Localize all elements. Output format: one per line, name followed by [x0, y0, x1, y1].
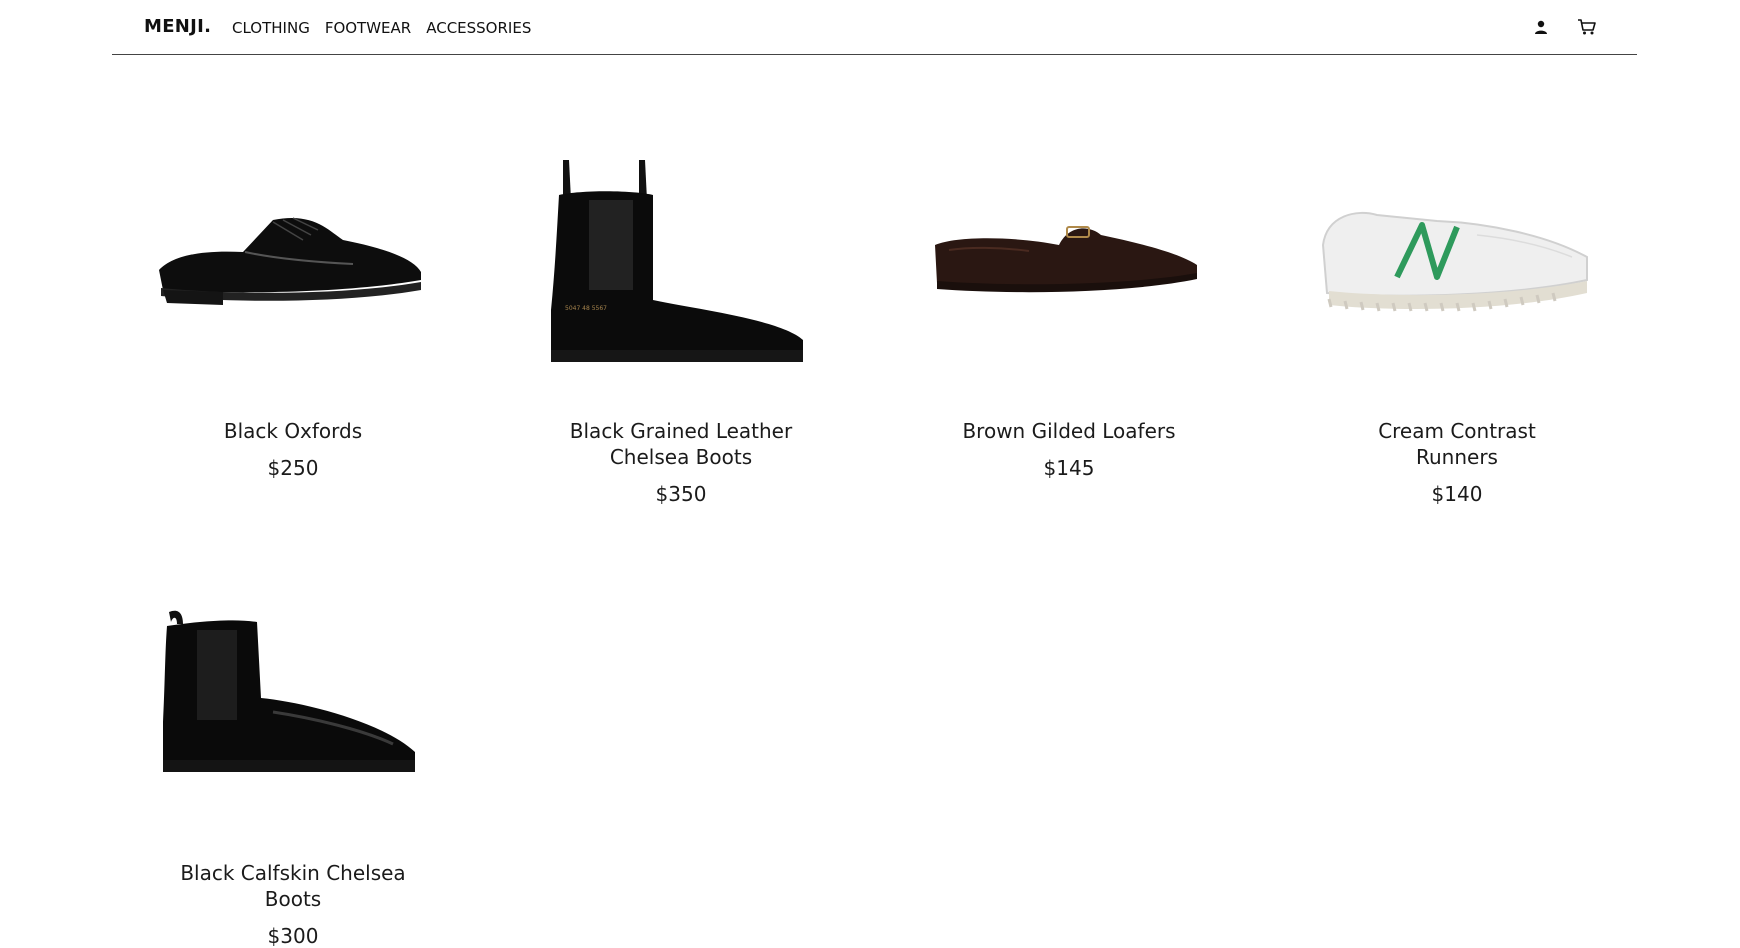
top-navbar: MENJI. CLOTHING FOOTWEAR ACCESSORIES [112, 0, 1637, 55]
product-image-black-grained-chelsea-boots[interactable]: 5047 48 5567 [516, 120, 846, 400]
product-card[interactable]: 5047 48 5567 Black Grained Leather Chels… [516, 120, 846, 506]
product-price: $250 [267, 456, 319, 480]
product-price: $145 [1043, 456, 1095, 480]
product-name[interactable]: Cream Contrast Runners [1342, 418, 1572, 470]
product-image-black-calfskin-chelsea-boots[interactable] [128, 562, 458, 842]
product-card[interactable]: Black Oxfords $250 [128, 120, 458, 506]
product-name[interactable]: Black Grained Leather Chelsea Boots [566, 418, 796, 470]
user-icon[interactable] [1531, 17, 1551, 37]
svg-text:5047 48 5567: 5047 48 5567 [565, 305, 607, 312]
brand-logo[interactable]: MENJI. [144, 16, 211, 37]
nav-accessories[interactable]: ACCESSORIES [426, 19, 531, 37]
product-name[interactable]: Black Calfskin Chelsea Boots [178, 860, 408, 912]
product-card[interactable]: Brown Gilded Loafers $145 [904, 120, 1234, 506]
product-name[interactable]: Black Oxfords [178, 418, 408, 444]
cart-icon[interactable] [1577, 17, 1597, 37]
product-card[interactable]: Black Calfskin Chelsea Boots $300 [128, 562, 458, 948]
product-image-black-oxfords[interactable] [128, 120, 458, 400]
product-image-cream-contrast-runners[interactable] [1292, 120, 1622, 400]
product-price: $300 [267, 924, 319, 948]
product-name[interactable]: Brown Gilded Loafers [954, 418, 1184, 444]
product-price: $350 [655, 482, 707, 506]
product-price: $140 [1431, 482, 1483, 506]
product-grid: Black Oxfords $250 5047 48 5567 Black Gr… [128, 120, 1628, 948]
main-nav: CLOTHING FOOTWEAR ACCESSORIES [232, 19, 531, 37]
nav-footwear[interactable]: FOOTWEAR [325, 19, 411, 37]
nav-clothing[interactable]: CLOTHING [232, 19, 310, 37]
product-card[interactable]: Cream Contrast Runners $140 [1292, 120, 1622, 506]
product-image-brown-gilded-loafers[interactable] [904, 120, 1234, 400]
nav-icons [1531, 17, 1597, 37]
